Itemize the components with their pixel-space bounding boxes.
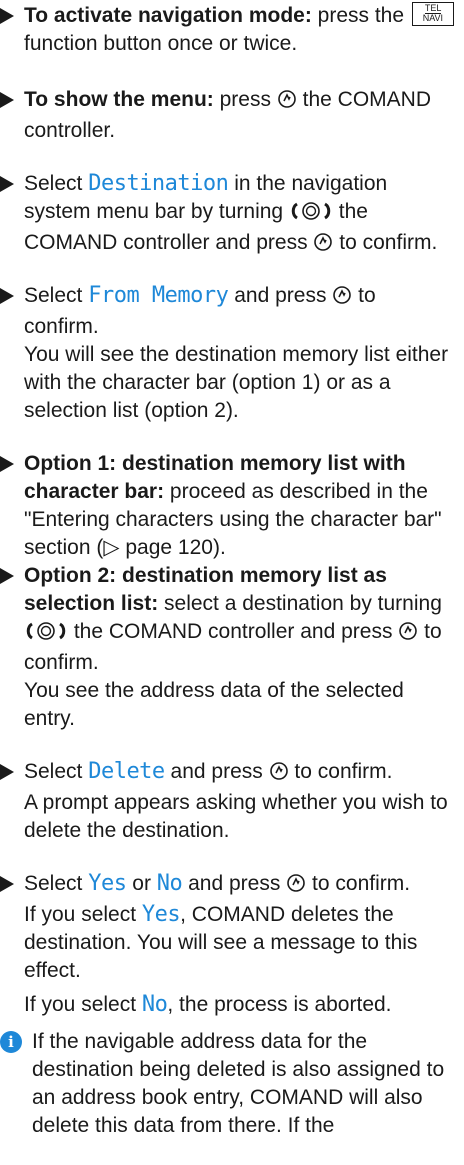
- tel-navi-key-icon: TEL NAVI: [411, 2, 454, 26]
- info-text: If the navigable address data for the de…: [32, 1030, 445, 1137]
- info-note: i If the navigable address data for the …: [0, 1028, 460, 1140]
- step-note: A prompt appears asking whether you wish…: [24, 791, 448, 842]
- press-controller-icon: [313, 232, 333, 260]
- menu-item-no: No: [156, 871, 183, 896]
- step-select-delete: Select Delete and press to confirm. A pr…: [0, 758, 456, 845]
- turn-controller-icon: [289, 201, 333, 229]
- step-select-from-memory: Select From Memory and press to confirm.…: [0, 282, 456, 425]
- menu-item-no: No: [141, 992, 168, 1017]
- press-controller-icon: [269, 761, 289, 789]
- step-option-1: Option 1: destination memory list with c…: [0, 450, 456, 562]
- bullet-arrow-icon: [0, 176, 14, 192]
- bullet-arrow-icon: [0, 764, 14, 780]
- menu-item-delete: Delete: [88, 759, 165, 784]
- page-reference: ▷ page 120: [103, 536, 213, 559]
- menu-item-destination: Destination: [88, 171, 229, 196]
- menu-item-yes: Yes: [88, 871, 127, 896]
- step-heading: To activate navigation mode:: [24, 4, 312, 27]
- bullet-arrow-icon: [0, 876, 14, 892]
- menu-item-from-memory: From Memory: [88, 283, 229, 308]
- press-controller-icon: [398, 621, 418, 649]
- bullet-arrow-icon: [0, 8, 14, 24]
- step-show-menu: To show the menu: press the COMAND contr…: [0, 86, 456, 145]
- press-controller-icon: [277, 89, 297, 117]
- step-heading: To show the menu:: [24, 88, 214, 111]
- step-note: You will see the destination memory list…: [24, 343, 449, 422]
- turn-controller-icon: [24, 621, 68, 649]
- bullet-arrow-icon: [0, 456, 14, 472]
- bullet-arrow-icon: [0, 288, 14, 304]
- step-option-2: Option 2: destination memory list as sel…: [0, 562, 456, 733]
- info-icon: i: [0, 1031, 22, 1053]
- step-note: You see the address data of the selected…: [24, 679, 404, 730]
- bullet-arrow-icon: [0, 92, 14, 108]
- bullet-arrow-icon: [0, 568, 14, 584]
- step-select-destination: Select Destination in the navigation sys…: [0, 170, 456, 260]
- press-controller-icon: [286, 873, 306, 901]
- press-controller-icon: [332, 285, 352, 313]
- menu-item-yes: Yes: [141, 902, 181, 927]
- step-activate-navigation: To activate navigation mode: press the T…: [0, 2, 456, 58]
- step-select-yes-no: Select Yes or No and press to confirm. I…: [0, 870, 456, 1019]
